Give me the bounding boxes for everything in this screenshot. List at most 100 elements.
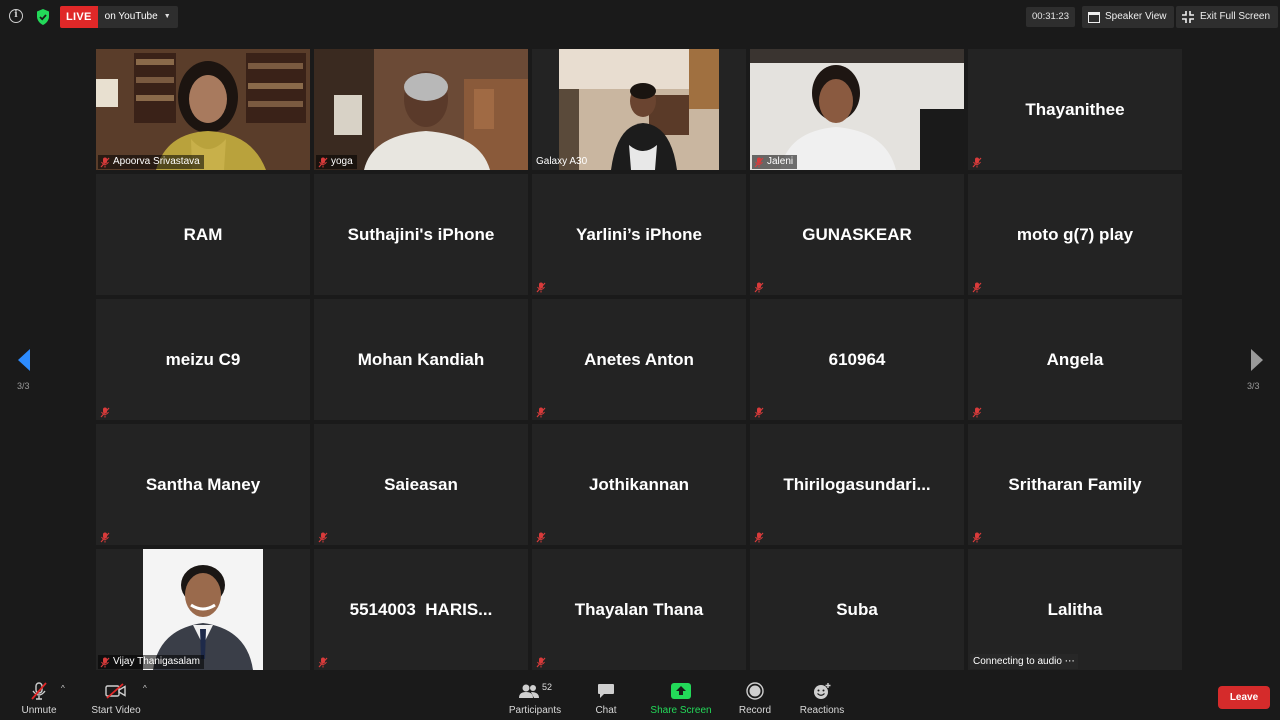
participant-tile[interactable]: Angela xyxy=(968,299,1182,420)
encryption-shield-icon[interactable] xyxy=(35,8,51,26)
muted-microphone-icon xyxy=(536,407,546,418)
participant-name: yoga xyxy=(331,156,353,167)
participant-tile[interactable]: Apoorva Srivastava xyxy=(96,49,310,170)
speaker-view-button[interactable]: Speaker View xyxy=(1082,6,1174,28)
muted-microphone-icon xyxy=(100,407,110,418)
unmute-label: Unmute xyxy=(21,705,57,716)
participants-button[interactable]: 52 Participants xyxy=(505,674,565,720)
live-badge: LIVE xyxy=(60,6,98,28)
participant-tile[interactable]: Yarlini’s iPhone xyxy=(532,174,746,295)
connecting-audio-status: Connecting to audio ⋯ xyxy=(970,654,1078,669)
muted-microphone-icon xyxy=(972,532,982,543)
participant-tile[interactable]: Thayanithee xyxy=(968,49,1182,170)
chat-bubble-icon xyxy=(598,684,614,698)
participant-name: 5514003 HARIS... xyxy=(349,599,493,619)
muted-microphone-icon xyxy=(100,657,110,667)
audio-options-chevron-icon[interactable]: ^ xyxy=(61,684,65,693)
exit-full-screen-label: Exit Full Screen xyxy=(1200,11,1271,22)
info-icon[interactable]: i xyxy=(9,9,23,23)
participant-name: Sritharan Family xyxy=(1008,474,1142,494)
participant-tile[interactable]: Suthajini's iPhone xyxy=(314,174,528,295)
record-button[interactable]: Record xyxy=(736,674,774,720)
participant-tile[interactable]: Saieasan xyxy=(314,424,528,545)
participant-name: 610964 xyxy=(828,349,886,369)
muted-microphone-icon xyxy=(972,282,982,293)
more-dots-icon: ⋯ xyxy=(1064,656,1075,667)
participant-tile[interactable]: Suba xyxy=(750,549,964,670)
previous-page-arrow-icon[interactable] xyxy=(16,348,32,372)
muted-microphone-icon xyxy=(754,407,764,418)
exit-full-screen-button[interactable]: Exit Full Screen xyxy=(1176,6,1279,28)
participant-tile[interactable]: Anetes Anton xyxy=(532,299,746,420)
participant-name: Suthajini's iPhone xyxy=(347,224,495,244)
leave-meeting-button[interactable]: Leave xyxy=(1218,686,1270,709)
muted-microphone-icon xyxy=(754,532,764,543)
participant-name: Vijay Thanigasalam xyxy=(113,656,200,667)
participant-tile[interactable]: meizu C9 xyxy=(96,299,310,420)
chevron-down-icon: ▼ xyxy=(163,13,171,20)
muted-microphone-icon xyxy=(536,282,546,293)
participant-name: Mohan Kandiah xyxy=(357,349,485,369)
video-options-chevron-icon[interactable]: ^ xyxy=(143,684,147,693)
speaker-view-label: Speaker View xyxy=(1105,11,1167,22)
participant-tile[interactable]: yoga xyxy=(314,49,528,170)
share-screen-button[interactable]: Share Screen xyxy=(648,674,714,720)
share-screen-icon xyxy=(671,683,691,699)
participant-tile[interactable]: moto g(7) play xyxy=(968,174,1182,295)
participant-tile[interactable]: Thayalan Thana xyxy=(532,549,746,670)
participant-tile[interactable]: Santha Maney xyxy=(96,424,310,545)
live-destination-label: on YouTube xyxy=(104,11,158,22)
meeting-timer: 00:31:23 xyxy=(1026,7,1075,27)
participant-tile[interactable]: Lalitha Connecting to audio ⋯ xyxy=(968,549,1182,670)
live-stream-indicator[interactable]: LIVE on YouTube ▼ xyxy=(60,6,178,28)
start-video-button[interactable]: Start Video xyxy=(88,674,144,720)
reactions-label: Reactions xyxy=(799,705,845,716)
participants-icon xyxy=(518,684,539,698)
participant-name: Lalitha xyxy=(1047,599,1103,619)
gallery-grid: Apoorva Srivastava yoga Galaxy A30 Jalen… xyxy=(96,49,1182,670)
participant-name: GUNASKEAR xyxy=(802,224,912,244)
participant-name: moto g(7) play xyxy=(1016,224,1134,244)
participant-video xyxy=(750,49,964,170)
participant-tile[interactable]: Thirilogasundari... xyxy=(750,424,964,545)
participant-name-label: Galaxy A30 xyxy=(534,155,591,169)
meeting-toolbar: Unmute ^ Start Video ^ 52 Participants C… xyxy=(0,674,1280,720)
muted-microphone-icon xyxy=(972,407,982,418)
participant-name: Suba xyxy=(836,599,878,619)
participant-name-label: yoga xyxy=(316,155,357,169)
participant-tile[interactable]: Vijay Thanigasalam xyxy=(96,549,310,670)
exit-fullscreen-icon xyxy=(1182,11,1194,23)
participant-name: Santha Maney xyxy=(145,474,261,494)
participant-name: RAM xyxy=(183,224,223,244)
muted-microphone-icon xyxy=(100,157,110,167)
participant-tile[interactable]: Galaxy A30 xyxy=(532,49,746,170)
live-destination[interactable]: on YouTube ▼ xyxy=(97,6,178,28)
participant-tile[interactable]: RAM xyxy=(96,174,310,295)
participant-name: Apoorva Srivastava xyxy=(113,156,200,167)
participant-name: Angela xyxy=(1046,349,1104,369)
reactions-button[interactable]: Reactions xyxy=(797,674,847,720)
muted-microphone-icon xyxy=(536,532,546,543)
participant-name: Yarlini’s iPhone xyxy=(576,224,702,244)
participant-tile[interactable]: Sritharan Family xyxy=(968,424,1182,545)
top-bar: i LIVE on YouTube ▼ 00:31:23 Speaker Vie… xyxy=(0,0,1280,34)
muted-microphone-icon xyxy=(318,157,328,167)
unmute-button[interactable]: Unmute xyxy=(18,674,60,720)
participant-video xyxy=(314,49,528,170)
participant-name: Thirilogasundari... xyxy=(783,474,931,494)
participant-tile[interactable]: Jaleni xyxy=(750,49,964,170)
participant-tile[interactable]: Jothikannan xyxy=(532,424,746,545)
muted-microphone-icon xyxy=(100,532,110,543)
participant-tile[interactable]: Mohan Kandiah xyxy=(314,299,528,420)
participant-name: Galaxy A30 xyxy=(536,156,588,167)
start-video-label: Start Video xyxy=(91,705,141,716)
participant-tile[interactable]: 5514003 HARIS... xyxy=(314,549,528,670)
participant-video xyxy=(559,49,719,170)
participant-video xyxy=(96,49,310,170)
muted-microphone-icon xyxy=(318,657,328,668)
chat-button[interactable]: Chat xyxy=(590,674,622,720)
next-page-arrow-icon[interactable] xyxy=(1249,348,1265,372)
participant-tile[interactable]: 610964 xyxy=(750,299,964,420)
participant-tile[interactable]: GUNASKEAR xyxy=(750,174,964,295)
participant-name: Jothikannan xyxy=(588,474,690,494)
